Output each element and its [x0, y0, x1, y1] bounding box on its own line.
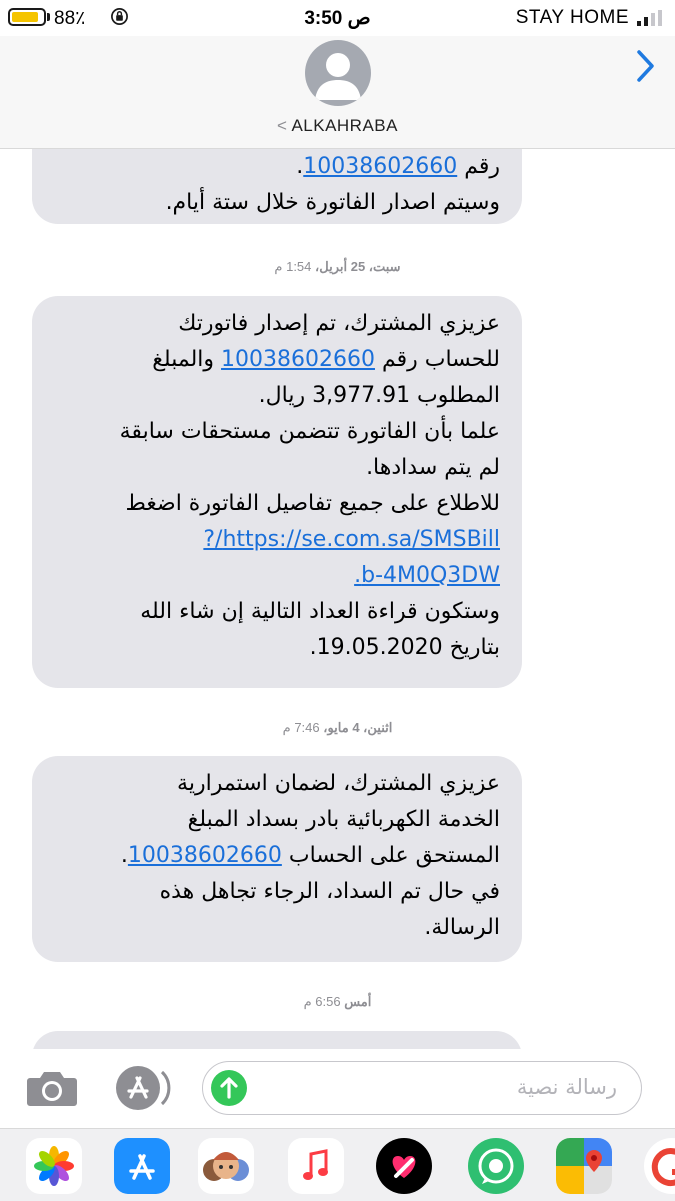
conversation-header: < ALKAHRABA — [0, 36, 675, 149]
message-line: المطلوب 3,977.91 ريال. — [258, 383, 500, 408]
message-bubble[interactable] — [32, 1031, 522, 1049]
person-icon — [315, 53, 361, 100]
message-bubble[interactable]: عزيزي المشترك، تم إصدار فاتورتك للحساب ر… — [32, 296, 522, 688]
carrier-name: STAY HOME — [515, 7, 629, 28]
contact-name-label: ALKAHRABA — [291, 116, 398, 135]
message-timestamp: أمس 6:56 م — [303, 994, 372, 1009]
message-line: وسيتم اصدار الفاتورة خلال ستة أيام. — [165, 190, 500, 215]
google-icon[interactable] — [644, 1138, 675, 1194]
message-line: عزيزي المشترك، لضمان استمرارية — [177, 771, 500, 796]
message-timestamp: اثنين، 4 مايو، 7:46 م — [282, 720, 393, 735]
contact-name[interactable]: < ALKAHRABA — [0, 116, 675, 136]
message-line: رقم 10038602660. — [296, 154, 500, 179]
status-bar: 88٪ 3:50 ص STAY HOME — [0, 0, 675, 36]
message-line: الخدمة الكهربائية بادر بسداد المبلغ — [187, 807, 500, 832]
message-text-field[interactable]: رسالة نصية — [202, 1061, 642, 1115]
account-number-link[interactable]: 10038602660 — [221, 347, 375, 372]
send-button[interactable] — [211, 1070, 247, 1106]
arrow-up-icon — [220, 1077, 238, 1099]
music-icon[interactable] — [288, 1138, 344, 1194]
message-line: https://se.com.sa/SMSBill/? — [54, 522, 500, 558]
whatsapp-sticker-icon[interactable] — [468, 1138, 524, 1194]
message-line: للاطلاع على جميع تفاصيل الفاتورة اضغط — [125, 491, 500, 516]
message-line: الرسالة. — [424, 915, 500, 940]
chevron-right-icon[interactable] — [630, 48, 660, 84]
bill-url-link[interactable]: b-4M0Q3DW. — [354, 563, 500, 588]
message-line: لم يتم سدادها. — [366, 455, 500, 480]
account-number-link[interactable]: 10038602660 — [303, 154, 457, 179]
message-timestamp: سبت، 25 أبريل، 1:54 م — [274, 259, 401, 274]
message-bubble[interactable]: عزيزي المشترك، لضمان استمرارية الخدمة ال… — [32, 756, 522, 962]
message-bubble[interactable]: رقم 10038602660. وسيتم اصدار الفاتورة خل… — [32, 149, 522, 224]
app-drawer — [0, 1128, 675, 1201]
message-line: في حال تم السداد، الرجاء تجاهل هذه — [159, 879, 500, 904]
google-maps-icon[interactable] — [556, 1138, 612, 1194]
account-number-link[interactable]: 10038602660 — [128, 843, 282, 868]
back-chevron-small-icon: < — [277, 116, 288, 135]
message-line: للحساب رقم 10038602660 والمبلغ — [152, 347, 500, 372]
bill-url-link[interactable]: https://se.com.sa/SMSBill/? — [203, 527, 500, 552]
camera-icon[interactable] — [26, 1068, 78, 1108]
photos-icon[interactable] — [26, 1138, 82, 1194]
app-store-icon[interactable] — [114, 1138, 170, 1194]
message-line: وستكون قراءة العداد التالية إن شاء الله — [140, 599, 500, 624]
digital-touch-icon[interactable] — [376, 1138, 432, 1194]
message-line: بتاريخ 19.05.2020. — [309, 635, 500, 660]
message-line: b-4M0Q3DW. — [54, 558, 500, 594]
memoji-icon[interactable] — [198, 1138, 254, 1194]
message-line: المستحق على الحساب 10038602660. — [120, 843, 500, 868]
message-placeholder: رسالة نصية — [516, 1075, 617, 1099]
message-input-bar: رسالة نصية — [0, 1050, 675, 1126]
app-store-icon[interactable] — [112, 1064, 172, 1112]
contact-avatar[interactable] — [305, 40, 371, 106]
signal-icon — [637, 10, 662, 26]
message-line: علما بأن الفاتورة تتضمن مستحقات سابقة — [119, 419, 500, 444]
message-line: عزيزي المشترك، تم إصدار فاتورتك — [178, 311, 500, 336]
message-list[interactable]: رقم 10038602660. وسيتم اصدار الفاتورة خل… — [0, 149, 675, 1049]
